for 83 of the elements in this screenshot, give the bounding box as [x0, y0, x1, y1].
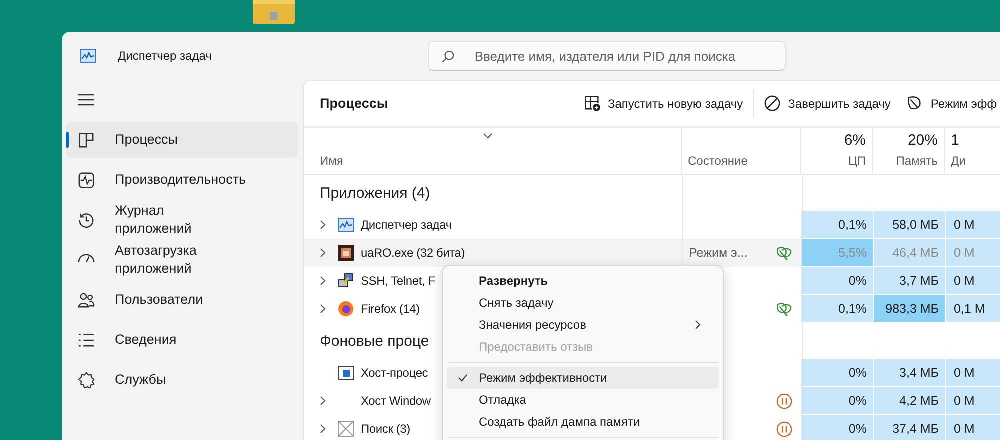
pulse-icon: [78, 172, 95, 188]
column-header[interactable]: Состояние: [682, 128, 801, 174]
list-icon: [78, 332, 95, 348]
table-cell: 0%: [802, 415, 874, 440]
table-cell: 3,7 МБ: [874, 267, 946, 295]
table-cell: 58,0 МБ: [874, 211, 946, 239]
column-header[interactable]: 20% Память: [873, 128, 945, 174]
game-icon: [338, 245, 354, 261]
table-cell: 0 М: [946, 415, 1000, 440]
process-name: Хост-процес: [361, 366, 428, 380]
table-cell: 0 М: [946, 239, 1000, 267]
menu-item[interactable]: Развернуть: [447, 270, 719, 292]
table-cell: 46,4 МБ: [874, 239, 946, 267]
table-cell: 0%: [802, 387, 874, 415]
menu-item[interactable]: Создать файл дампа памяти: [447, 411, 719, 433]
toolbar-button[interactable]: Запустить новую задачу: [576, 88, 752, 120]
chevron-right-icon[interactable]: [320, 248, 326, 258]
chevron-right-icon[interactable]: [320, 396, 326, 406]
menu-item[interactable]: Режим эффективности: [447, 367, 719, 389]
terminal-icon: [338, 273, 354, 289]
history-icon: [78, 212, 95, 228]
sidebar-item[interactable]: Сведения: [66, 322, 298, 358]
gear-icon: [78, 372, 95, 388]
process-name: Хост Window: [361, 394, 431, 408]
menu-item[interactable]: Значения ресурсов: [447, 314, 719, 336]
table-cell: 0%: [802, 267, 874, 295]
group-heading: Фоновые проце: [320, 332, 430, 350]
prohibited-icon: [764, 95, 782, 112]
page-title: Процессы: [320, 96, 390, 111]
sidebar-item[interactable]: Журнал приложений: [66, 202, 298, 238]
column-header[interactable]: Имя: [304, 128, 682, 174]
chart-window-icon: [338, 218, 354, 232]
menu-item[interactable]: Отладка: [447, 389, 719, 411]
process-name: Поиск (3): [361, 422, 410, 436]
table-cell: 0 М: [946, 211, 1000, 239]
process-row[interactable]: uaRO.exe (32 бита) Режим э... 5,5% 46,4 МБ 0 М: [304, 239, 1000, 267]
table-cell: 983,3 МБ: [874, 295, 946, 323]
status-text: Режим э...: [689, 246, 749, 260]
process-name: Диспетчер задач: [361, 218, 452, 232]
menu-item[interactable]: Снять задачу: [447, 292, 719, 314]
search-field[interactable]: Введите имя, издателя или PID для поиска: [428, 41, 786, 71]
checkmark-icon: [458, 374, 468, 382]
chevron-right-icon: [695, 320, 701, 330]
table-cell: 0,1 М: [946, 295, 1000, 323]
chevron-right-icon[interactable]: [320, 424, 326, 434]
table-cell: 0 М: [946, 359, 1000, 387]
column-header[interactable]: 6% ЦП: [801, 128, 873, 174]
grid-icon: [78, 132, 95, 148]
process-name: uaRO.exe (32 бита): [361, 246, 466, 260]
toolbar-button[interactable]: Завершить задачу: [756, 88, 899, 120]
chevron-down-icon: [483, 133, 493, 139]
menu-icon[interactable]: [78, 94, 94, 106]
sidebar-item[interactable]: Автозагрузка приложений: [66, 242, 298, 278]
window-title: Диспетчер задач: [118, 49, 212, 63]
chevron-right-icon[interactable]: [320, 276, 326, 286]
table-cell: 0 М: [946, 387, 1000, 415]
new-task-icon: [584, 95, 601, 112]
sidebar-item[interactable]: Процессы: [66, 122, 298, 158]
table-cell: 4,2 МБ: [874, 387, 946, 415]
leaf-icon: [906, 95, 924, 112]
app-icon: [80, 49, 96, 63]
sidebar-item[interactable]: Производительность: [66, 162, 298, 198]
table-cell: 37,4 МБ: [874, 415, 946, 440]
group-heading: Приложения (4): [320, 184, 430, 202]
table-cell: 0 М: [946, 267, 1000, 295]
chevron-right-icon[interactable]: [320, 304, 326, 314]
toolbar-button[interactable]: Режим эфф: [898, 88, 1000, 120]
table-cell: 5,5%: [802, 239, 874, 267]
table-cell: 0,1%: [802, 211, 874, 239]
users-icon: [78, 292, 95, 308]
table-cell: 0,1%: [802, 295, 874, 323]
chevron-right-icon[interactable]: [320, 220, 326, 230]
column-header[interactable]: 1 Ди: [945, 128, 1000, 174]
placeholder-icon: [338, 421, 354, 437]
search-icon: [442, 50, 455, 63]
window-icon: [338, 366, 354, 380]
process-name: Firefox (14): [361, 302, 420, 316]
table-cell: 3,4 МБ: [874, 359, 946, 387]
sidebar-item[interactable]: Пользователи: [66, 282, 298, 318]
browser-icon: [338, 301, 354, 317]
sidebar-item[interactable]: Службы: [66, 362, 298, 398]
table-cell: 0%: [802, 359, 874, 387]
process-name: SSH, Telnet, F: [361, 274, 436, 288]
